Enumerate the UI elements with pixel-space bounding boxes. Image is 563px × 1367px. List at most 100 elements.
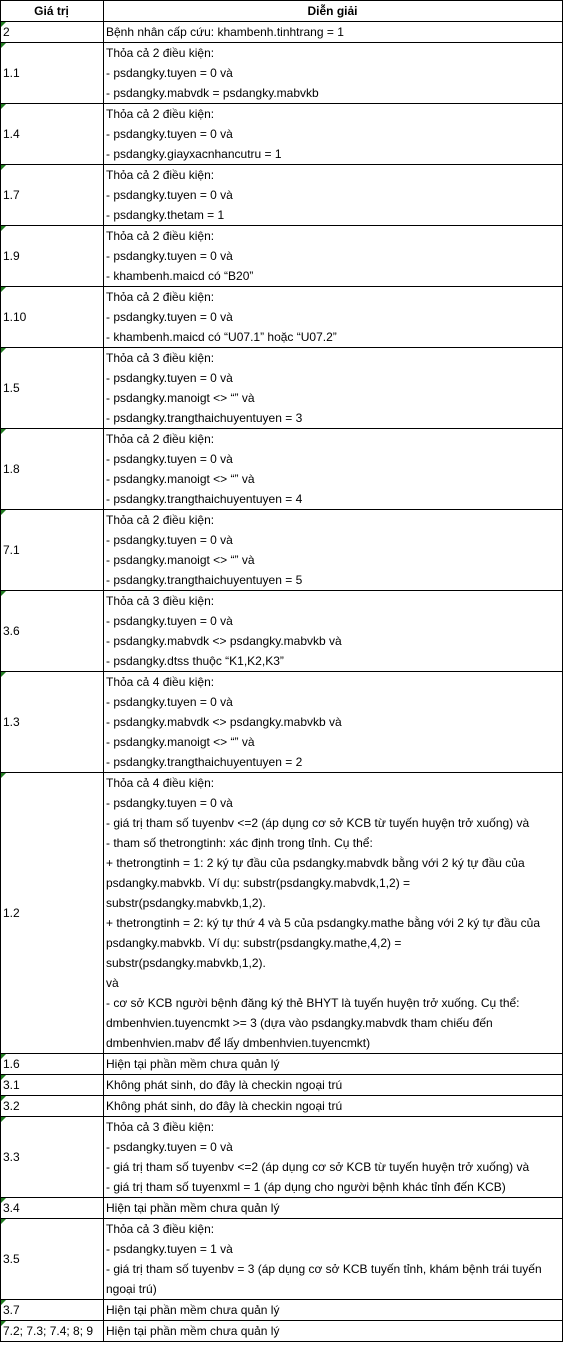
row-value-cell: 1.7 (0, 164, 104, 226)
description-line: Thỏa cả 2 điều kiện: (106, 290, 215, 304)
row-description-cell: Hiện tại phần mềm chưa quản lý (103, 1320, 563, 1342)
description-line: - psdangky.tuyen = 1 và (106, 1242, 233, 1256)
description-line: Hiện tại phần mềm chưa quản lý (106, 1057, 280, 1071)
table-row: 7.2; 7.3; 7.4; 8; 9 Hiện tại phần mềm chư… (0, 1320, 563, 1342)
table-row: 7.1 Thỏa cả 2 điều kiện: - psdangky.tuyen … (0, 509, 563, 591)
row-value: 3.4 (3, 1201, 20, 1215)
description-line: Thỏa cả 4 điều kiện: (106, 776, 215, 790)
row-value: 1.6 (3, 1057, 20, 1071)
row-value: 2 (3, 25, 10, 39)
description-line: Thỏa cả 2 điều kiện: (106, 513, 215, 527)
description-line: - psdangky.tuyen = 0 và (106, 127, 233, 141)
row-value-cell: 3.5 (0, 1218, 104, 1300)
row-value-cell: 3.1 (0, 1074, 104, 1096)
description-line: Thỏa cả 3 điều kiện: (106, 351, 215, 365)
row-description-cell: Thỏa cả 3 điều kiện: - psdangky.tuyen = 0… (103, 1116, 563, 1198)
row-value-cell: 7.2; 7.3; 7.4; 8; 9 (0, 1320, 104, 1342)
cell-marker-icon (1, 672, 6, 677)
description-line: Thỏa cả 3 điều kiện: (106, 1222, 215, 1236)
header-row: Giá trị Diễn giải (0, 0, 563, 22)
row-value: 3.6 (3, 624, 20, 638)
cell-marker-icon (1, 773, 6, 778)
description-line: - psdangky.trangthaichuyentuyen = 3 (106, 411, 303, 425)
row-value-cell: 3.3 (0, 1116, 104, 1198)
row-description-cell: Thỏa cả 2 điều kiện: - psdangky.tuyen = 0… (103, 286, 563, 348)
header-description: Diễn giải (103, 0, 563, 22)
value-description-table: Giá trị Diễn giải 2 Bệnh nhân cấp cứu: kh… (0, 0, 563, 1342)
description-line: - psdangky.manoigt <> “” và (106, 472, 255, 486)
description-line: Hiện tại phần mềm chưa quản lý (106, 1324, 280, 1338)
table-row: 3.6 Thỏa cả 3 điều kiện: - psdangky.tuyen … (0, 590, 563, 672)
row-value-cell: 1.2 (0, 772, 104, 1054)
description-line: - psdangky.tuyen = 0 và (106, 614, 233, 628)
description-line: - psdangky.tuyen = 0 và (106, 310, 233, 324)
table-row: 3.5 Thỏa cả 3 điều kiện: - psdangky.tuyen … (0, 1218, 563, 1300)
row-value: 3.7 (3, 1303, 20, 1317)
description-line: - psdangky.thetam = 1 (106, 208, 225, 222)
description-line: Không phát sinh, do đây là checkin ngoại… (106, 1099, 343, 1113)
row-value-cell: 3.7 (0, 1299, 104, 1321)
cell-marker-icon (1, 1075, 6, 1080)
cell-marker-icon (1, 1054, 6, 1059)
table-row: 1.1 Thỏa cả 2 điều kiện: - psdangky.tuyen … (0, 42, 563, 104)
description-line: Thỏa cả 2 điều kiện: (106, 432, 215, 446)
row-description-cell: Thỏa cả 2 điều kiện: - psdangky.tuyen = 0… (103, 509, 563, 591)
description-line: - psdangky.giayxacnhancutru = 1 (106, 147, 282, 161)
description-line: - psdangky.tuyen = 0 và (106, 695, 233, 709)
table-row: 3.7 Hiện tại phần mềm chưa quản lý (0, 1299, 563, 1321)
table-row: 1.2 Thỏa cả 4 điều kiện: - psdangky.tuyen … (0, 772, 563, 1054)
row-value: 1.5 (3, 381, 20, 395)
header-value: Giá trị (0, 0, 104, 22)
table-row: 1.5 Thỏa cả 3 điều kiện: - psdangky.tuyen … (0, 347, 563, 429)
cell-marker-icon (1, 591, 6, 596)
table-row: 3.1 Không phát sinh, do đây là checkin ng… (0, 1074, 563, 1096)
description-line: Thỏa cả 2 điều kiện: (106, 168, 215, 182)
row-value-cell: 2 (0, 21, 104, 43)
row-value: 3.1 (3, 1078, 20, 1092)
cell-marker-icon (1, 510, 6, 515)
row-description-cell: Không phát sinh, do đây là checkin ngoại… (103, 1095, 563, 1117)
row-value-cell: 3.2 (0, 1095, 104, 1117)
cell-marker-icon (1, 1117, 6, 1122)
cell-marker-icon (1, 1198, 6, 1203)
row-description-cell: Thỏa cả 2 điều kiện: - psdangky.tuyen = 0… (103, 42, 563, 104)
description-line: - psdangky.trangthaichuyentuyen = 5 (106, 573, 303, 587)
row-value: 3.2 (3, 1099, 20, 1113)
row-value: 3.5 (3, 1252, 20, 1266)
row-description-cell: Thỏa cả 3 điều kiện: - psdangky.tuyen = 1… (103, 1218, 563, 1300)
row-description-cell: Hiện tại phần mềm chưa quản lý (103, 1053, 563, 1075)
description-line: - psdangky.tuyen = 0 và (106, 796, 233, 810)
description-line: và (106, 976, 119, 990)
row-description-cell: Thỏa cả 3 điều kiện: - psdangky.tuyen = 0… (103, 590, 563, 672)
row-value: 1.8 (3, 462, 20, 476)
row-value-cell: 1.8 (0, 428, 104, 510)
description-line: - giá trị tham số tuyenbv <=2 (áp dụng c… (106, 816, 530, 830)
row-description-cell: Thỏa cả 4 điều kiện: - psdangky.tuyen = 0… (103, 671, 563, 773)
table-row: 1.3 Thỏa cả 4 điều kiện: - psdangky.tuyen … (0, 671, 563, 773)
description-line: - psdangky.trangthaichuyentuyen = 4 (106, 492, 303, 506)
description-line: - psdangky.mabvdk <> psdangky.mabvkb và (106, 634, 342, 648)
row-description-cell: Thỏa cả 3 điều kiện: - psdangky.tuyen = 0… (103, 347, 563, 429)
description-line: Thỏa cả 2 điều kiện: (106, 229, 215, 243)
description-line: Thỏa cả 3 điều kiện: (106, 1120, 215, 1134)
row-value-cell: 1.1 (0, 42, 104, 104)
row-value-cell: 1.4 (0, 103, 104, 165)
description-line: - psdangky.dtss thuộc “K1,K2,K3” (106, 654, 284, 668)
description-line: - psdangky.mabvdk = psdangky.mabvkb (106, 86, 319, 100)
cell-marker-icon (1, 1321, 6, 1326)
row-description-cell: Hiện tại phần mềm chưa quản lý (103, 1299, 563, 1321)
row-description-cell: Thỏa cả 2 điều kiện: - psdangky.tuyen = 0… (103, 164, 563, 226)
table-row: 1.8 Thỏa cả 2 điều kiện: - psdangky.tuyen … (0, 428, 563, 510)
description-line: + thetrongtinh = 1: 2 ký tự đầu của psda… (106, 856, 525, 910)
description-line: Thỏa cả 3 điều kiện: (106, 594, 215, 608)
row-description-cell: Thỏa cả 2 điều kiện: - psdangky.tuyen = 0… (103, 225, 563, 287)
cell-marker-icon (1, 226, 6, 231)
cell-marker-icon (1, 43, 6, 48)
row-description-cell: Bệnh nhân cấp cứu: khambenh.tinhtrang = … (103, 21, 563, 43)
table-body: 2 Bệnh nhân cấp cứu: khambenh.tinhtrang =… (0, 21, 563, 1342)
description-line: - cơ sở KCB người bệnh đăng ký thẻ BHYT … (106, 996, 520, 1050)
description-line: - psdangky.tuyen = 0 và (106, 188, 233, 202)
table-row: 3.4 Hiện tại phần mềm chưa quản lý (0, 1197, 563, 1219)
description-line: - psdangky.tuyen = 0 và (106, 533, 233, 547)
description-line: - tham số thetrongtinh: xác định trong t… (106, 836, 373, 850)
